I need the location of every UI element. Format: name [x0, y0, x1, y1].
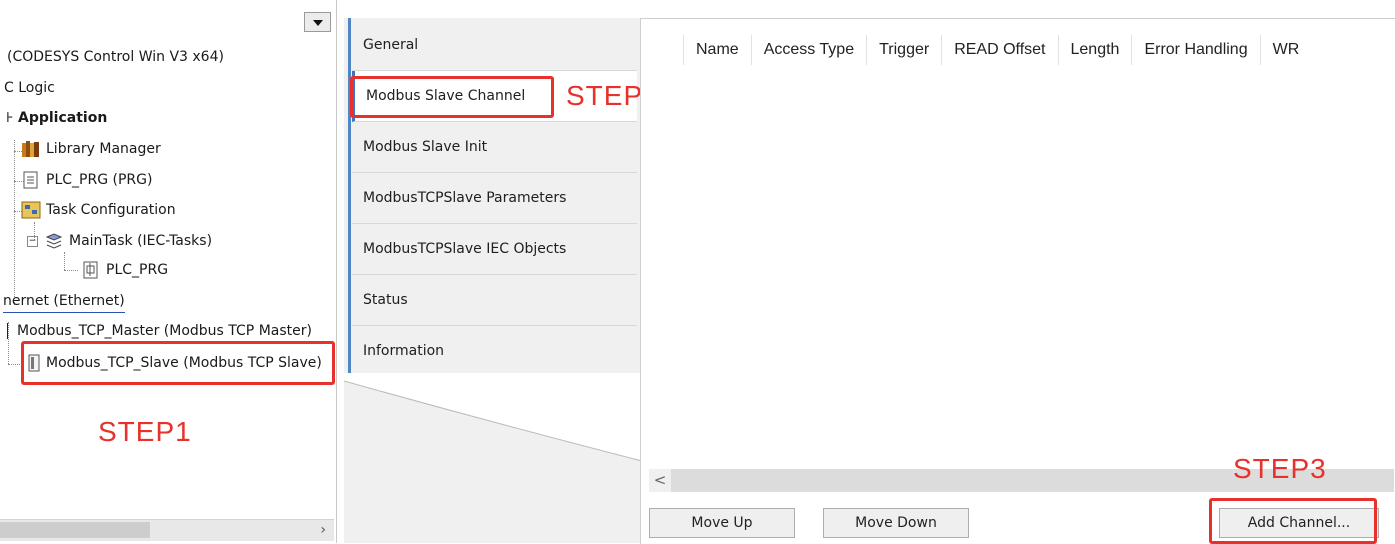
chevron-down-icon: [313, 20, 323, 26]
tab-status[interactable]: Status: [352, 275, 637, 326]
step1-highlight-box: [21, 341, 335, 385]
modbus-channel-panel: Name Access Type Trigger READ Offset Length E…: [640, 18, 1395, 544]
tab-modbus-slave-init[interactable]: Modbus Slave Init: [352, 122, 637, 173]
tree-node-modbus-tcp-master[interactable]: Modbus_TCP_Master (Modbus TCP Master): [7, 320, 312, 342]
tree-connector: [8, 364, 22, 365]
tree-expander-icon: ⊦: [6, 110, 14, 126]
column-header-read-offset[interactable]: READ Offset: [942, 35, 1059, 65]
move-down-button[interactable]: Move Down: [823, 508, 969, 538]
tab-general[interactable]: General: [352, 20, 637, 71]
tab-modbustcpslave-iec-objects[interactable]: ModbusTCPSlave IEC Objects: [352, 224, 637, 275]
column-header-select: [641, 35, 684, 65]
task-icon: [45, 233, 63, 249]
step1-label: STEP1: [98, 416, 192, 447]
column-header-trigger[interactable]: Trigger: [867, 35, 943, 65]
step2-highlight-box: [350, 76, 554, 118]
device-tree-panel: (CODESYS Control Win V3 x64) C Logic ⊦ Ap…: [0, 0, 336, 543]
tree-node-device[interactable]: (CODESYS Control Win V3 x64): [7, 46, 224, 68]
column-header-name[interactable]: Name: [684, 35, 752, 65]
tab-list-accent: [348, 18, 351, 373]
scrollbar-thumb[interactable]: [0, 522, 150, 538]
tree-node-plc-logic[interactable]: C Logic: [4, 77, 55, 99]
tree-line-marker: [7, 323, 8, 339]
tree-node-task-configuration[interactable]: Task Configuration: [21, 199, 176, 221]
collapse-icon[interactable]: −: [27, 235, 38, 247]
tree-connector: [64, 252, 65, 270]
program-file-icon: [23, 171, 38, 189]
tree-node-ethernet[interactable]: nernet (Ethernet): [3, 290, 125, 313]
editor-top-strip: [344, 0, 1395, 18]
tree-node-plc-prg[interactable]: PLC_PRG: [81, 259, 168, 281]
tab-list-bottom-curve: [344, 373, 643, 462]
program-call-icon: [83, 261, 98, 279]
tab-information[interactable]: Information: [352, 326, 637, 377]
device-editor: General Modbus Slave Channel Modbus Slav…: [344, 0, 1395, 544]
channel-table: Name Access Type Trigger READ Offset Length E…: [641, 35, 1299, 71]
tree-horizontal-scrollbar[interactable]: ›: [0, 519, 334, 541]
column-header-access-type[interactable]: Access Type: [752, 35, 868, 65]
move-up-button[interactable]: Move Up: [649, 508, 795, 538]
tree-node-library-manager[interactable]: Library Manager: [21, 138, 161, 160]
column-header-error-handling[interactable]: Error Handling: [1132, 35, 1261, 65]
tree-node-maintask[interactable]: − MainTask (IEC-Tasks): [27, 230, 212, 252]
task-configuration-icon: [21, 201, 41, 219]
scroll-left-arrow-icon[interactable]: <: [649, 469, 671, 492]
scroll-right-arrow-icon[interactable]: ›: [320, 522, 326, 538]
column-header-write[interactable]: WR: [1261, 35, 1300, 65]
tree-node-plc-prg-prg[interactable]: PLC_PRG (PRG): [21, 169, 152, 191]
column-header-length[interactable]: Length: [1059, 35, 1133, 65]
tree-dropdown-button[interactable]: [304, 12, 331, 32]
tree-connector: [14, 140, 15, 305]
tree-node-application[interactable]: ⊦ Application: [6, 107, 107, 129]
tab-modbustcpslave-parameters[interactable]: ModbusTCPSlave Parameters: [352, 173, 637, 224]
library-icon: [22, 141, 39, 157]
step3-highlight-box: [1209, 498, 1377, 544]
tree-connector: [64, 270, 78, 271]
step3-label: STEP3: [1233, 453, 1327, 484]
